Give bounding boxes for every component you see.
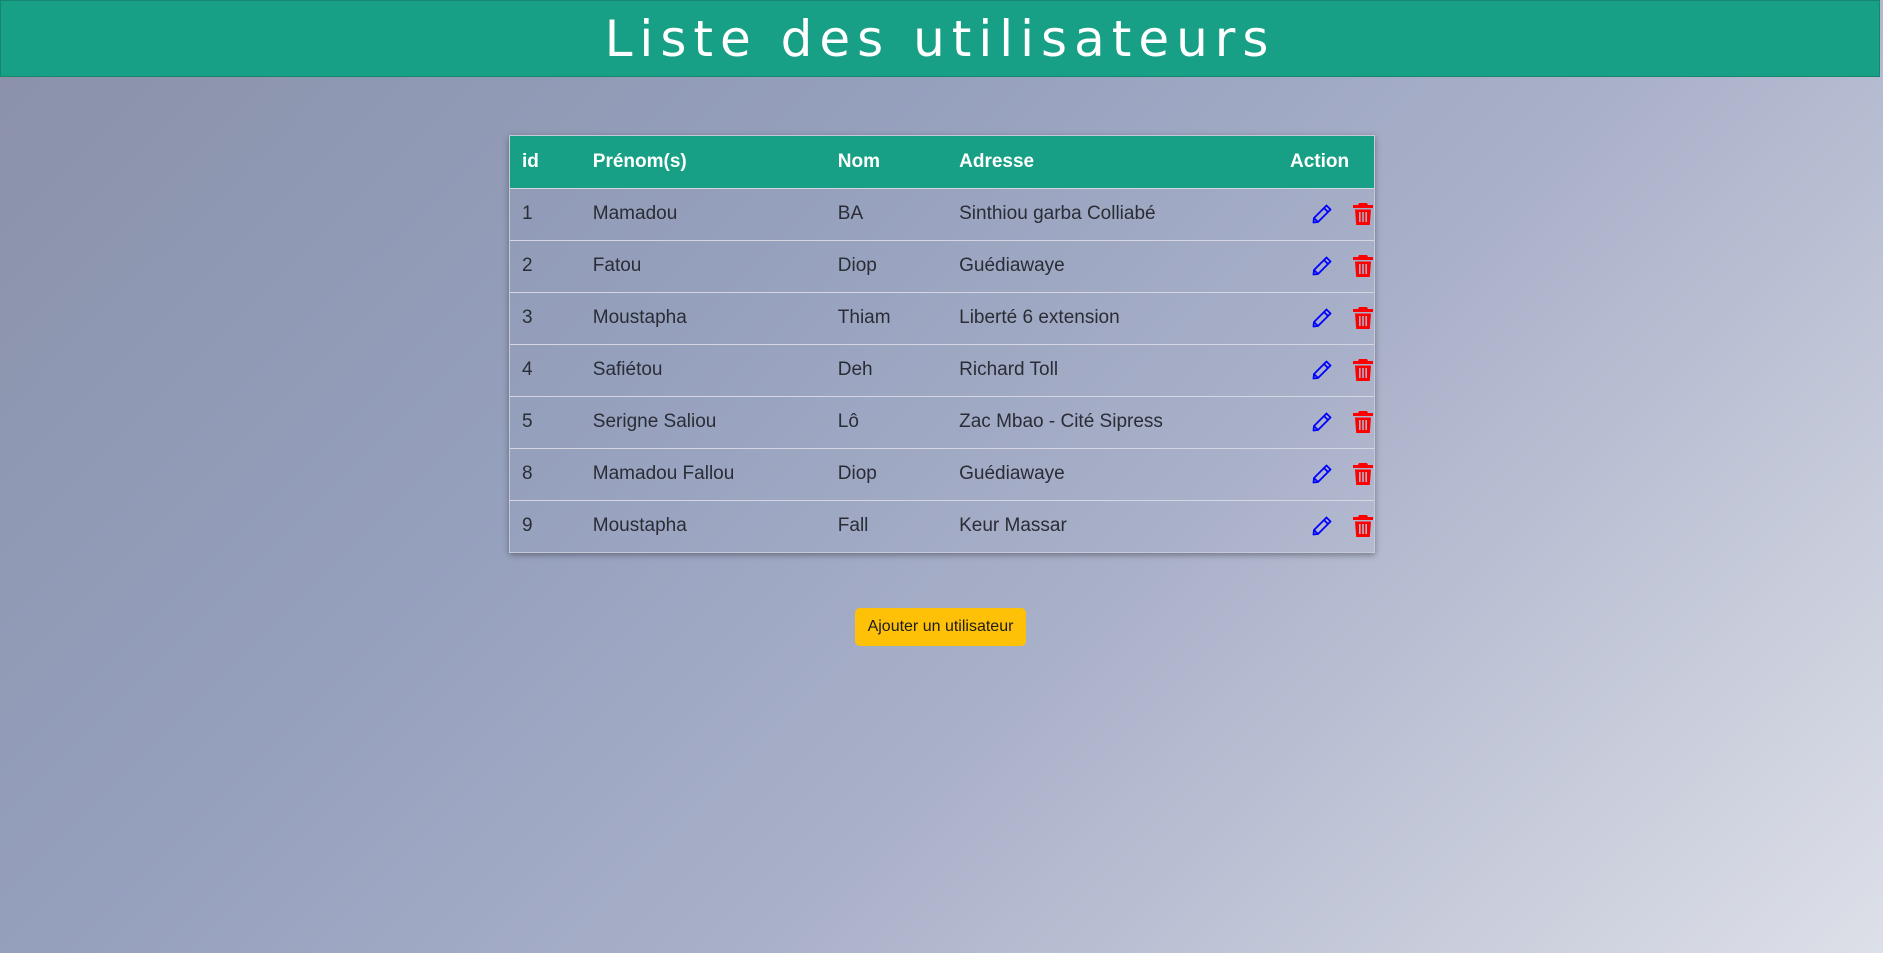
cell-prenom: Fatou bbox=[592, 255, 642, 276]
cell-adresse: Richard Toll bbox=[959, 359, 1059, 380]
users-table: id Prénom(s) Nom Adresse Action 1 Mamado… bbox=[510, 136, 1374, 552]
cell-id: 8 bbox=[522, 463, 533, 484]
cell-actions bbox=[1278, 240, 1374, 292]
cell-id: 3 bbox=[522, 307, 533, 328]
page-title: Liste des utilisateurs bbox=[604, 9, 1276, 68]
trash-icon[interactable] bbox=[1352, 514, 1374, 538]
table-body: 1 Mamadou BA Sinthiou garba Colliabé 2 F… bbox=[510, 188, 1374, 552]
table-row: 4 Safiétou Deh Richard Toll bbox=[510, 344, 1374, 396]
cell-adresse: Keur Massar bbox=[959, 515, 1067, 537]
cell-actions bbox=[1278, 344, 1374, 396]
trash-icon[interactable] bbox=[1352, 410, 1374, 434]
pencil-icon[interactable] bbox=[1310, 462, 1334, 486]
cell-prenom: Safiétou bbox=[592, 359, 663, 380]
cell-id: 2 bbox=[522, 255, 533, 276]
trash-icon[interactable] bbox=[1352, 462, 1374, 486]
table-row: 8 Mamadou Fallou Diop Guédiawaye bbox=[510, 448, 1374, 500]
cell-adresse: Sinthiou garba Colliabé bbox=[959, 203, 1156, 224]
table-row: 9 Moustapha Fall Keur Massar bbox=[510, 500, 1374, 552]
pencil-icon[interactable] bbox=[1310, 410, 1334, 434]
table-row: 3 Moustapha Thiam Liberté 6 extension bbox=[510, 292, 1374, 344]
add-user-button[interactable]: Ajouter un utilisateur bbox=[855, 608, 1026, 646]
pencil-icon[interactable] bbox=[1310, 358, 1334, 382]
column-header-nom: Nom bbox=[837, 150, 880, 172]
cell-actions bbox=[1278, 188, 1374, 240]
cell-id: 5 bbox=[522, 411, 533, 432]
table-row: 1 Mamadou BA Sinthiou garba Colliabé bbox=[510, 188, 1374, 240]
trash-icon[interactable] bbox=[1352, 202, 1374, 226]
cell-adresse: Guédiawaye bbox=[959, 255, 1065, 276]
cell-id: 1 bbox=[522, 203, 533, 224]
column-header-action: Action bbox=[1290, 150, 1350, 172]
cell-actions bbox=[1278, 448, 1374, 500]
cell-actions bbox=[1278, 500, 1374, 552]
pencil-icon[interactable] bbox=[1310, 306, 1334, 330]
table-row: 5 Serigne Saliou Lô Zac Mbao - Cité Sipr… bbox=[510, 396, 1374, 448]
cell-nom: Diop bbox=[837, 463, 877, 484]
table-row: 2 Fatou Diop Guédiawaye bbox=[510, 240, 1374, 292]
cell-nom: Deh bbox=[837, 359, 873, 380]
users-table-container: id Prénom(s) Nom Adresse Action 1 Mamado… bbox=[509, 135, 1375, 553]
cell-prenom: Serigne Saliou bbox=[592, 411, 717, 432]
cell-nom: Fall bbox=[837, 515, 869, 537]
cell-adresse: Zac Mbao - Cité Sipress bbox=[959, 411, 1163, 432]
cell-prenom: Mamadou bbox=[592, 203, 678, 224]
cell-nom: BA bbox=[837, 203, 864, 224]
column-header-id: id bbox=[522, 150, 539, 172]
column-header-adresse: Adresse bbox=[959, 150, 1035, 172]
trash-icon[interactable] bbox=[1352, 306, 1374, 330]
cell-actions bbox=[1278, 396, 1374, 448]
cell-prenom: Mamadou Fallou bbox=[592, 463, 735, 484]
cell-id: 4 bbox=[522, 359, 533, 380]
cell-prenom: Moustapha bbox=[592, 307, 687, 328]
trash-icon[interactable] bbox=[1352, 254, 1374, 278]
pencil-icon[interactable] bbox=[1310, 514, 1334, 538]
trash-icon[interactable] bbox=[1352, 358, 1374, 382]
cell-actions bbox=[1278, 292, 1374, 344]
cell-nom: Lô bbox=[837, 411, 859, 432]
table-header-row: id Prénom(s) Nom Adresse Action bbox=[510, 136, 1374, 188]
cell-prenom: Moustapha bbox=[592, 515, 687, 537]
cell-id: 9 bbox=[522, 515, 533, 537]
cell-nom: Thiam bbox=[837, 307, 891, 328]
column-header-prenom: Prénom(s) bbox=[592, 150, 687, 172]
pencil-icon[interactable] bbox=[1310, 202, 1334, 226]
cell-nom: Diop bbox=[837, 255, 877, 276]
cell-adresse: Guédiawaye bbox=[959, 463, 1065, 484]
pencil-icon[interactable] bbox=[1310, 254, 1334, 278]
page-header: Liste des utilisateurs bbox=[0, 0, 1880, 77]
cell-adresse: Liberté 6 extension bbox=[959, 307, 1120, 328]
